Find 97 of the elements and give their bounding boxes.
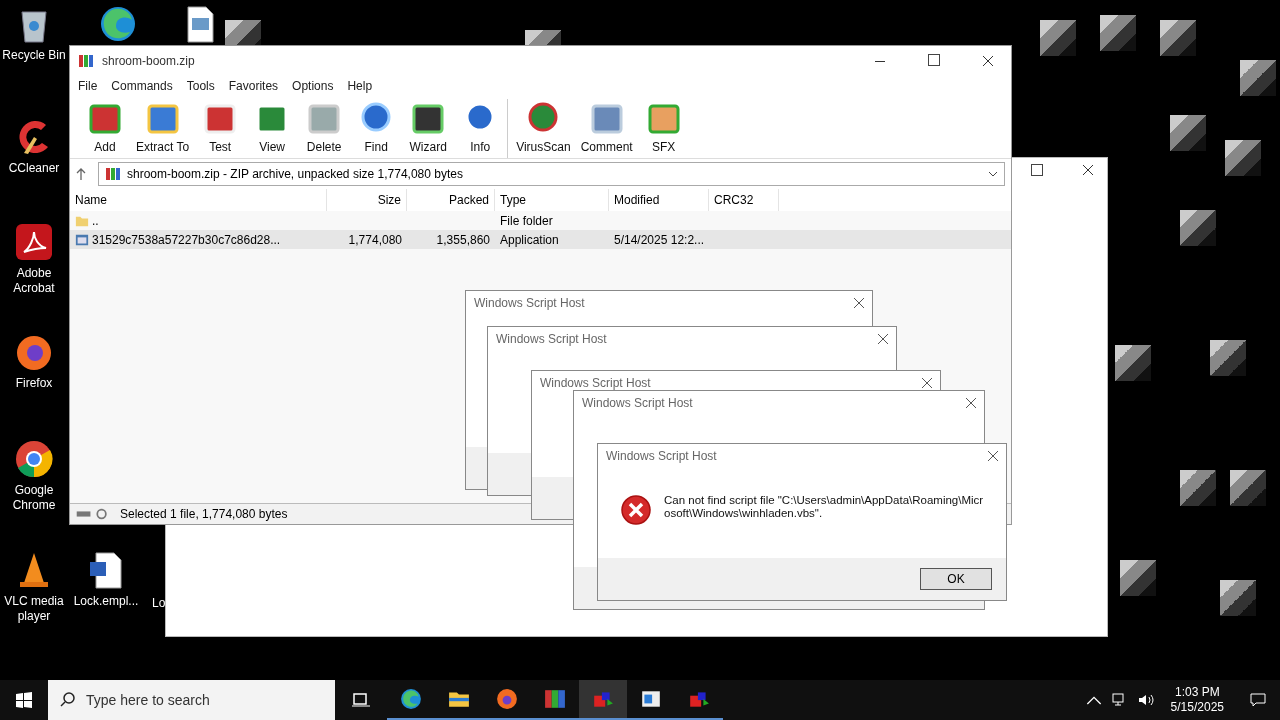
error-message: Can not find script file "C:\Users\admin\AppData\Roaming\Microsoft\Windows\winhladen.vbs". [664,494,984,520]
speaker-icon[interactable] [1137,692,1154,708]
toolbar-button[interactable]: Test [195,99,246,158]
glitch-tile [1180,210,1216,246]
minimize-icon[interactable] [875,61,885,63]
clock-date: 5/15/2025 [1170,700,1224,715]
glitch-tile [1240,60,1276,96]
close-icon[interactable] [922,378,932,388]
dropdown-caret-icon[interactable] [988,171,998,177]
status-text: Selected 1 file, 1,774,080 bytes [120,507,288,521]
toolbar-button[interactable]: SFX [638,99,689,158]
clock-time: 1:03 PM [1174,685,1220,700]
glitch-tile [1160,20,1196,56]
file-name: 31529c7538a57227b30c7c86d28... [92,232,281,247]
desktop-icon-label[interactable]: CCleaner [8,161,60,176]
maximize-icon[interactable] [928,54,940,66]
close-icon[interactable] [983,56,993,66]
glitch-tile [1180,470,1216,506]
path-text: shroom-boom.zip - ZIP archive, unpacked size 1,774,080 bytes [127,167,463,181]
file-row[interactable]: .. File folder [70,211,1011,230]
dialog-title: Windows Script Host [540,376,651,390]
menu-item[interactable]: Commands [111,79,173,93]
error-icon [620,494,652,526]
menu-item[interactable]: Options [292,79,334,93]
windows-logo-icon[interactable] [16,692,32,708]
glitch-tile [1210,340,1246,376]
path-field[interactable]: shroom-boom.zip - ZIP archive, unpacked size 1,774,080 bytes [98,162,1005,186]
desktop-icon-label[interactable]: Lock.empl... [73,594,139,609]
column-header[interactable]: Type [495,189,609,211]
browser-icon [400,688,422,710]
toolbar-button[interactable]: Wizard [403,99,454,158]
up-arrow-icon[interactable] [76,168,86,180]
glitch-tile [1225,140,1261,176]
dialog-title: Windows Script Host [582,396,693,410]
notification-icon[interactable] [1250,692,1266,708]
firefox-icon [496,688,518,710]
toolbar-button[interactable]: Add [80,99,130,158]
desktop-icon-label[interactable]: Adobe Acrobat [0,266,68,296]
glitch-tile [1220,580,1256,616]
dialog-title: Windows Script Host [496,332,607,346]
books-icon [105,166,121,182]
maximize-icon[interactable] [1031,164,1043,176]
toolbar-button[interactable]: View [247,99,298,158]
ok-button[interactable]: OK [920,568,992,590]
column-header[interactable]: Size [327,189,407,211]
desktop-icon-label[interactable]: Recycle Bin [2,48,66,63]
toolbar-button[interactable]: Delete [299,99,350,158]
browser-icon[interactable] [98,4,138,44]
file-name: .. [92,213,99,228]
packed-cell-text: 1,355,860 [435,232,491,247]
menu-item[interactable]: Help [347,79,373,93]
close-icon[interactable] [878,334,888,344]
column-header[interactable]: Packed [407,189,495,211]
glitch-tile [1120,560,1156,596]
window-icon [640,688,662,710]
close-icon[interactable] [1083,165,1093,175]
toolbar-button[interactable]: Find [351,99,402,158]
toolbar-button[interactable]: Info [455,99,506,158]
file-row[interactable]: 31529c7538a57227b30c7c86d28... 1,774,080 1,355,860 Application 5/14/2025 12:2... [70,230,1011,249]
chrome-icon[interactable] [14,439,54,479]
glitch-tile [1115,345,1151,381]
clock[interactable]: 1:03 PM 5/15/2025 [1170,685,1224,715]
glitch-tile [1040,20,1076,56]
desktop-icon-label[interactable]: Lo [152,596,166,611]
application-icon [75,232,89,247]
glitch-tile [1100,15,1136,51]
type-cell-text: Application [499,232,560,247]
glitch-tile [1230,470,1266,506]
menu-item[interactable]: File [78,79,98,93]
dialog-title: Windows Script Host [474,296,585,310]
search-field[interactable]: Type here to search [48,680,335,720]
window-title: shroom-boom.zip [102,54,195,68]
toolbar-button[interactable]: Extract To [132,99,194,158]
search-placeholder: Type here to search [86,692,210,708]
desktop-icon-label[interactable]: VLC media player [0,594,68,624]
close-icon[interactable] [854,298,864,308]
column-header[interactable]: CRC32 [709,189,779,211]
close-icon[interactable] [988,451,998,461]
task-view-icon[interactable] [351,692,371,708]
books-icon [544,688,566,710]
column-header[interactable]: Modified [609,189,709,211]
menu-item[interactable]: Favorites [228,79,279,93]
toolbar-button[interactable]: VirusScan [507,99,575,158]
modified-cell-text: 5/14/2025 12:2... [613,232,706,247]
desktop-icon-label[interactable]: Firefox [15,376,53,391]
type-cell-text: File folder [499,213,554,228]
dialog-title: Windows Script Host [606,449,717,463]
menu-item[interactable]: Tools [186,79,215,93]
desktop-icon-label[interactable]: Google Chrome [0,483,68,513]
close-icon[interactable] [966,398,976,408]
glitch-tile [1170,115,1206,151]
column-header[interactable]: Name [70,189,327,211]
toolbar-button[interactable]: Comment [576,99,637,158]
search-icon [60,692,76,708]
books-icon [78,53,94,69]
pdf-icon[interactable] [14,222,54,262]
size-cell-text: 1,774,080 [347,232,403,247]
